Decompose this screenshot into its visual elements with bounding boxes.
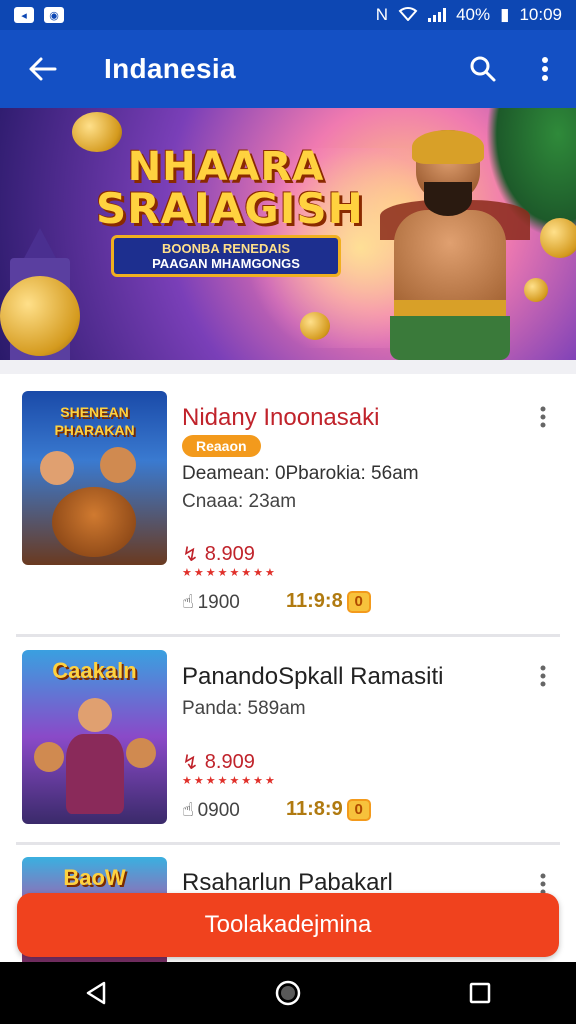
star-rating: ★★★★★★★★ (182, 775, 277, 787)
notification-icon-2: ◉ (44, 7, 64, 23)
back-arrow-icon[interactable] (0, 30, 84, 108)
rating-value: 11:8:9 (286, 798, 343, 820)
more-vert-icon[interactable] (528, 402, 558, 432)
nav-home-icon[interactable] (258, 963, 318, 1023)
thumbnail-title: BaoW (63, 865, 126, 890)
status-bar: ◂ ◉ N 40% ▮ 10:09 (0, 0, 576, 30)
game-thumbnail[interactable]: SHENEAN PHARAKAN (22, 391, 167, 565)
tag-icon: ↯ (182, 544, 199, 566)
likes: ☝ 1900 (182, 591, 240, 614)
thumbs-up-icon: ☝ (182, 800, 194, 821)
search-icon[interactable] (452, 30, 514, 108)
game-title[interactable]: Nidany Inoonasaki (182, 404, 379, 432)
thumbnail-title: SHENEAN PHARAKAN (54, 404, 135, 438)
more-vert-icon[interactable] (528, 661, 558, 691)
rating-badge: 0 (346, 798, 371, 821)
nfc-icon: N (375, 5, 389, 24)
likes: ☝ 0900 (182, 799, 240, 822)
page-title: Indanesia (104, 53, 236, 84)
promo-banner[interactable]: NHAARA SRAIAGISH BOONBA RENEDAIS PAAGAN … (0, 108, 576, 360)
battery-text: 40% (456, 5, 491, 24)
coin-image (540, 218, 576, 258)
likes-count: 1900 (197, 591, 240, 613)
coin-image (300, 312, 330, 340)
rating: 11:8:9 0 (286, 798, 371, 821)
logo-plate: BOONBA RENEDAIS PAAGAN MHAMGONGS (111, 235, 341, 277)
notification-icon: ◂ (14, 7, 34, 23)
game-meta: Deamean: 0Pbarokia: 56am (182, 463, 419, 484)
coin-image (0, 276, 80, 356)
nav-recents-icon[interactable] (450, 963, 510, 1023)
game-logo: NHAARA SRAIAGISH BOONBA RENEDAIS PAAGAN … (96, 144, 364, 277)
thumbs-up-icon: ☝ (182, 592, 194, 613)
signal-icon (428, 8, 447, 22)
price-value: 8.909 (204, 543, 255, 565)
logo-line-2: SRAIAGISH (96, 184, 364, 233)
price: ↯ 8.909 (182, 750, 255, 775)
logo-plate-line-2: PAAGAN MHAMGONGS (152, 256, 300, 271)
price-value: 8.909 (204, 751, 255, 773)
rating: 11:9:8 0 (286, 590, 371, 613)
more-vert-icon[interactable] (514, 30, 576, 108)
system-nav-bar (0, 962, 576, 1024)
game-meta: Panda: 589am (182, 698, 306, 719)
nav-back-icon[interactable] (66, 963, 126, 1023)
game-thumbnail[interactable]: Caakaln (22, 650, 167, 824)
list-item[interactable]: Caakaln PanandoSpkall Ramasiti Panda: 58… (0, 637, 576, 841)
game-meta-secondary: Cnaaa: 23am (182, 491, 297, 512)
clock: 10:09 (519, 5, 562, 24)
tower-image (22, 228, 58, 262)
tag-icon: ↯ (182, 752, 199, 774)
warrior-character-image (380, 130, 530, 360)
likes-count: 0900 (197, 799, 240, 821)
status-badge: Reaaon (182, 435, 261, 457)
game-title[interactable]: PanandoSpkall Ramasiti (182, 663, 443, 691)
wifi-icon (398, 5, 418, 26)
star-rating: ★★★★★★★★ (182, 567, 277, 579)
rating-badge: 0 (346, 590, 371, 613)
rating-value: 11:9:8 (286, 590, 343, 612)
primary-action-button[interactable]: Toolakadejmina (17, 893, 559, 957)
logo-plate-line-1: BOONBA RENEDAIS (161, 241, 291, 256)
price: ↯ 8.909 (182, 542, 255, 567)
thumbnail-title: Caakaln (52, 658, 137, 683)
list-item[interactable]: SHENEAN PHARAKAN Nidany Inoonasaki Reaao… (0, 374, 576, 636)
battery-icon: ▮ (500, 5, 510, 24)
app-bar: Indanesia (0, 30, 576, 108)
divider (0, 360, 576, 374)
screen: ◂ ◉ N 40% ▮ 10:09 Indanesia NHAARA SRAIA… (0, 0, 576, 1024)
